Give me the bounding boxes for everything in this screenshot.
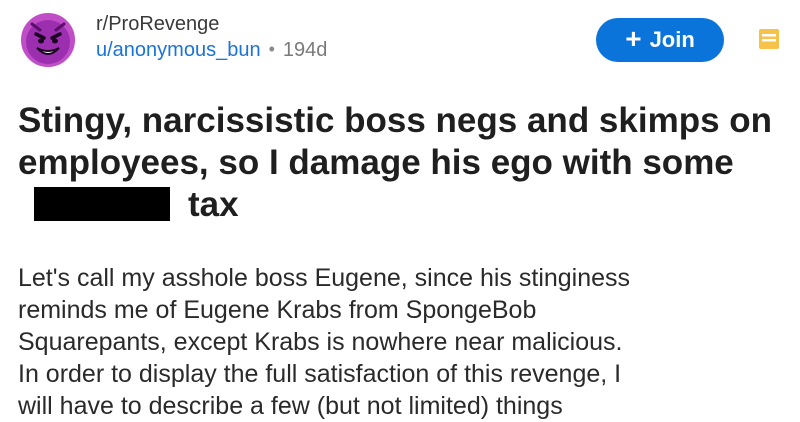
author-row: u/anonymous_bun • 194d bbox=[96, 38, 327, 62]
post-age: 194d bbox=[282, 39, 328, 61]
author-username[interactable]: u/anonymous_bun bbox=[96, 38, 261, 62]
subreddit-name[interactable]: r/ProRevenge bbox=[96, 12, 327, 36]
join-label: Join bbox=[649, 27, 695, 52]
post-body: Let's call my asshole boss Eugene, since… bbox=[18, 262, 788, 422]
body-line: Let's call my asshole boss Eugene, since… bbox=[18, 264, 631, 292]
post-title-end: tax bbox=[188, 185, 239, 224]
body-line: will have to describe a few (but not lim… bbox=[18, 392, 563, 420]
post-header: r/ProRevenge u/anonymous_bun • 194d + Jo… bbox=[18, 8, 782, 74]
join-button[interactable]: + Join bbox=[596, 18, 724, 62]
plus-icon: + bbox=[625, 23, 642, 54]
save-icon[interactable] bbox=[756, 26, 782, 52]
body-line: reminds me of Eugene Krabs from SpongeBo… bbox=[18, 296, 537, 324]
meta-separator: • bbox=[268, 39, 275, 60]
subreddit-avatar[interactable] bbox=[18, 10, 78, 70]
body-line: In order to display the full satisfactio… bbox=[18, 360, 622, 388]
body-line: Squarepants, except Krabs is nowhere nea… bbox=[18, 328, 623, 356]
redaction-bar bbox=[34, 187, 170, 221]
post-meta: r/ProRevenge u/anonymous_bun • 194d bbox=[96, 12, 327, 62]
post-title-text: Stingy, narcissistic boss negs and skimp… bbox=[18, 101, 773, 182]
post-title[interactable]: Stingy, narcissistic boss negs and skimp… bbox=[18, 100, 778, 226]
angry-face-avatar-icon bbox=[19, 11, 77, 69]
